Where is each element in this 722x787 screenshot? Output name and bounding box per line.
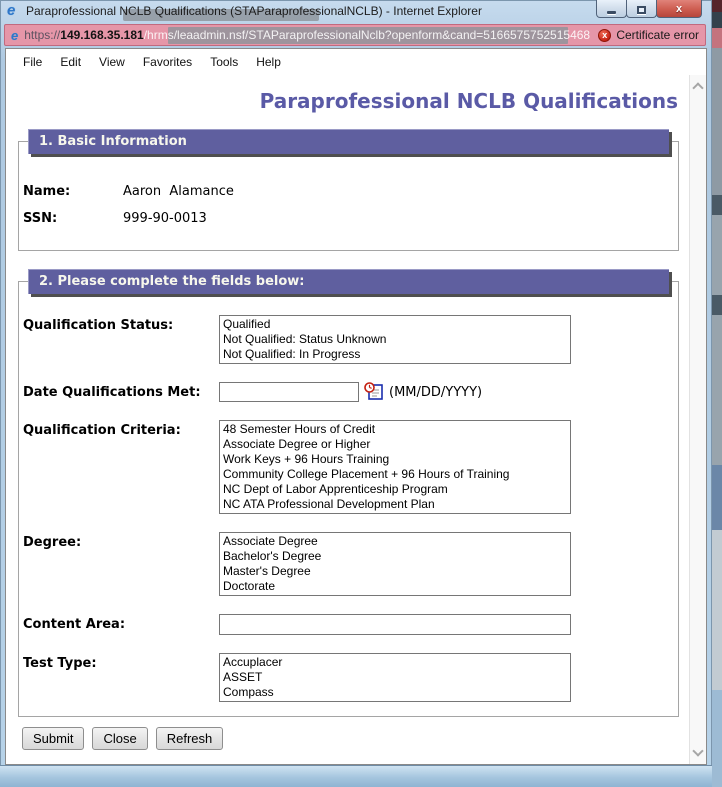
- test-type-row: Test Type: AccuplacerASSETCompass: [23, 653, 678, 702]
- scroll-up-icon[interactable]: [692, 82, 703, 93]
- certificate-error-icon: x: [598, 29, 611, 42]
- form-actions: Submit Close Refresh: [22, 727, 706, 750]
- ie-window: e Paraprofessional NCLB Qualifications (…: [0, 0, 712, 787]
- menu-item[interactable]: Favorites: [134, 51, 201, 73]
- ssn-value: 999-90-0013: [123, 211, 207, 226]
- url-scheme: https://: [24, 28, 60, 42]
- menu-bar: FileEditViewFavoritesToolsHelp: [6, 49, 706, 75]
- date-picker-icon[interactable]: [364, 382, 383, 400]
- ssn-label: SSN:: [23, 211, 123, 226]
- close-form-button[interactable]: Close: [92, 727, 147, 750]
- name-label: Name:: [23, 184, 123, 199]
- scroll-down-icon[interactable]: [692, 745, 703, 756]
- qualification-criteria-label: Qualification Criteria:: [23, 420, 219, 438]
- certificate-error-label: Certificate error: [616, 28, 699, 42]
- content-area-row: Content Area:: [23, 614, 678, 635]
- window-bottom-frame: [0, 765, 712, 787]
- refresh-button[interactable]: Refresh: [156, 727, 224, 750]
- listbox-option[interactable]: Doctorate: [220, 579, 570, 594]
- browser-client-area: FileEditViewFavoritesToolsHelp Paraprofe…: [5, 48, 707, 765]
- date-format-hint: (MM/DD/YYYY): [389, 382, 482, 400]
- name-row: Name: Aaron Alamance: [23, 184, 678, 199]
- qualification-criteria-row: Qualification Criteria: 48 Semester Hour…: [23, 420, 678, 514]
- listbox-option[interactable]: Master's Degree: [220, 564, 570, 579]
- vertical-scrollbar[interactable]: [689, 75, 706, 764]
- test-type-label: Test Type:: [23, 653, 219, 671]
- page-content: Paraprofessional NCLB Qualifications 1. …: [6, 75, 706, 764]
- listbox-option[interactable]: 48 Semester Hours of Credit: [220, 422, 570, 437]
- close-icon: x: [676, 1, 682, 17]
- section-header-basic-info: 1. Basic Information: [28, 129, 669, 154]
- menu-item[interactable]: Tools: [201, 51, 247, 73]
- qualification-status-label: Qualification Status:: [23, 315, 219, 333]
- minimize-button[interactable]: [596, 0, 627, 18]
- ie-address-icon: e: [11, 28, 18, 43]
- listbox-option[interactable]: Associate Degree: [220, 534, 570, 549]
- degree-listbox[interactable]: Associate DegreeBachelor's DegreeMaster'…: [219, 532, 571, 596]
- listbox-option[interactable]: Not Qualified: In Progress: [220, 347, 570, 362]
- degree-label: Degree:: [23, 532, 219, 550]
- menu-item[interactable]: Help: [247, 51, 290, 73]
- content-area-input[interactable]: [219, 614, 571, 635]
- listbox-option[interactable]: Not Qualified: Status Unknown: [220, 332, 570, 347]
- listbox-option[interactable]: Compass: [220, 685, 570, 700]
- close-button[interactable]: x: [656, 0, 702, 18]
- qualification-section: 2. Please complete the fields below: Qua…: [18, 281, 679, 717]
- menu-item[interactable]: File: [14, 51, 51, 73]
- submit-button[interactable]: Submit: [22, 727, 84, 750]
- certificate-error-badge[interactable]: x Certificate error: [598, 28, 699, 42]
- page-title: Paraprofessional NCLB Qualifications: [6, 89, 678, 113]
- name-value: Aaron Alamance: [123, 184, 234, 199]
- url-path: /hrms/leaadmin.nsf/STAParaprofessionalNc…: [144, 28, 591, 42]
- screen: { "window": { "title": "Paraprofessional…: [0, 0, 722, 787]
- listbox-option[interactable]: Work Keys + 96 Hours Training: [220, 452, 570, 467]
- section-header-details: 2. Please complete the fields below:: [28, 269, 669, 294]
- listbox-option[interactable]: NC Dept of Labor Apprenticeship Program: [220, 482, 570, 497]
- qualification-status-listbox[interactable]: QualifiedNot Qualified: Status UnknownNo…: [219, 315, 571, 364]
- date-qualifications-met-input[interactable]: [219, 382, 359, 402]
- ssn-row: SSN: 999-90-0013: [23, 211, 678, 226]
- url-text: https://149.168.35.181/hrms/leaadmin.nsf…: [24, 28, 590, 42]
- url-host: 149.168.35.181: [60, 28, 143, 42]
- listbox-option[interactable]: Accuplacer: [220, 655, 570, 670]
- address-bar-row: e https://149.168.35.181/hrms/leaadmin.n…: [0, 22, 712, 48]
- maximize-icon: [637, 6, 646, 14]
- listbox-option[interactable]: Associate Degree or Higher: [220, 437, 570, 452]
- minimize-icon: [607, 11, 616, 14]
- content-area-label: Content Area:: [23, 614, 219, 632]
- test-type-listbox[interactable]: AccuplacerASSETCompass: [219, 653, 571, 702]
- ie-logo-icon: e: [7, 3, 15, 18]
- listbox-option[interactable]: Bachelor's Degree: [220, 549, 570, 564]
- title-bar[interactable]: e Paraprofessional NCLB Qualifications (…: [0, 0, 712, 22]
- basic-info-section: 1. Basic Information Name: Aaron Alamanc…: [18, 141, 679, 251]
- degree-row: Degree: Associate DegreeBachelor's Degre…: [23, 532, 678, 596]
- menu-item[interactable]: Edit: [51, 51, 90, 73]
- listbox-option[interactable]: Qualified: [220, 317, 570, 332]
- qualification-status-row: Qualification Status: QualifiedNot Quali…: [23, 315, 678, 364]
- maximize-button[interactable]: [626, 0, 657, 18]
- qualification-criteria-listbox[interactable]: 48 Semester Hours of CreditAssociate Deg…: [219, 420, 571, 514]
- date-qualifications-met-label: Date Qualifications Met:: [23, 382, 219, 400]
- window-controls: x: [597, 0, 702, 18]
- window-title: Paraprofessional NCLB Qualifications (ST…: [26, 4, 482, 18]
- listbox-option[interactable]: NC ATA Professional Development Plan: [220, 497, 570, 512]
- listbox-option[interactable]: ASSET: [220, 670, 570, 685]
- date-qualifications-met-row: Date Qualifications Met: (: [23, 382, 678, 402]
- address-bar[interactable]: e https://149.168.35.181/hrms/leaadmin.n…: [4, 24, 706, 46]
- menu-item[interactable]: View: [90, 51, 134, 73]
- listbox-option[interactable]: Community College Placement + 96 Hours o…: [220, 467, 570, 482]
